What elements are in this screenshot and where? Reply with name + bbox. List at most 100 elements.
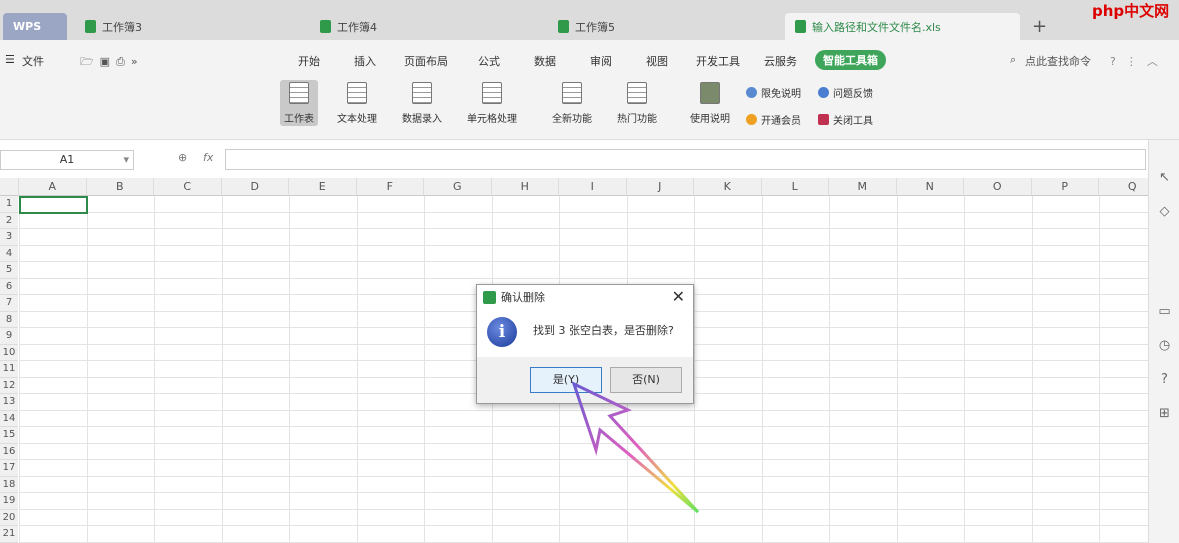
apps-icon[interactable]: ⊞: [1157, 406, 1172, 421]
menu-item-smart-toolbox[interactable]: 智能工具箱: [815, 50, 886, 70]
row-header[interactable]: 3: [0, 229, 18, 246]
select-all-corner[interactable]: [0, 178, 19, 196]
hamburger-icon[interactable]: ☰: [5, 53, 15, 66]
column-header[interactable]: C: [154, 178, 222, 196]
fx-button[interactable]: fx: [203, 151, 213, 164]
help-icon[interactable]: ?: [1157, 372, 1172, 387]
file-menu[interactable]: 文件: [22, 53, 44, 69]
cell-processing-button[interactable]: 单元格处理: [467, 80, 517, 126]
row-header[interactable]: 14: [0, 410, 18, 427]
row-header[interactable]: 7: [0, 295, 18, 312]
menu-item[interactable]: 数据: [534, 53, 556, 69]
feedback-button[interactable]: 问题反馈: [818, 85, 873, 100]
help-more-collapse-icons[interactable]: ?⋮︿: [1110, 53, 1168, 69]
command-search[interactable]: 点此查找命令: [1025, 53, 1091, 69]
row-header[interactable]: 19: [0, 493, 18, 510]
menu-item[interactable]: 插入: [354, 53, 376, 69]
column-header[interactable]: F: [356, 178, 424, 196]
label: 开通会员: [761, 116, 801, 127]
menu-item[interactable]: 开发工具: [696, 53, 740, 69]
row-header[interactable]: 5: [0, 262, 18, 279]
row-header[interactable]: 17: [0, 460, 18, 477]
new-tab-button[interactable]: +: [1022, 13, 1047, 40]
close-tool-button[interactable]: 关闭工具: [818, 112, 873, 127]
column-header[interactable]: L: [761, 178, 829, 196]
tab-workbook5[interactable]: 工作簿5: [548, 13, 783, 40]
tag-icon: [746, 87, 757, 98]
row-header[interactable]: 8: [0, 311, 18, 328]
column-header[interactable]: E: [289, 178, 357, 196]
gridline: [221, 196, 223, 543]
worksheet-button[interactable]: 工作表: [280, 80, 318, 126]
text-processing-button[interactable]: 文本处理: [337, 80, 377, 126]
gridline: [829, 196, 830, 543]
row-header[interactable]: 9: [0, 328, 18, 345]
quick-access-icons[interactable]: 🗁▣⎙»: [80, 53, 144, 72]
menu-item[interactable]: 云服务: [764, 53, 797, 69]
label: 问题反馈: [833, 89, 873, 100]
tab-workbook4[interactable]: 工作簿4: [310, 13, 545, 40]
instructions-button[interactable]: 使用说明: [690, 80, 730, 126]
row-header[interactable]: 1: [0, 196, 18, 213]
column-header[interactable]: G: [424, 178, 492, 196]
membership-button[interactable]: 开通会员: [746, 112, 801, 127]
column-header[interactable]: J: [626, 178, 694, 196]
sheet-icon: [795, 20, 806, 33]
menu-item[interactable]: 审阅: [590, 53, 612, 69]
formula-input[interactable]: [225, 149, 1146, 170]
row-header[interactable]: 20: [0, 509, 18, 526]
new-features-button[interactable]: 全新功能: [552, 80, 592, 126]
row-header[interactable]: 4: [0, 245, 18, 262]
close-icon[interactable]: ✕: [672, 287, 685, 306]
row-header[interactable]: 13: [0, 394, 18, 411]
wps-home-tab[interactable]: WPS: [3, 13, 67, 40]
row-header[interactable]: 11: [0, 361, 18, 378]
tab-workbook3[interactable]: 工作簿3: [75, 13, 310, 40]
column-header[interactable]: P: [1031, 178, 1099, 196]
gridline: [154, 196, 155, 543]
gridline: [424, 196, 425, 543]
free-info-button[interactable]: 限免说明: [746, 85, 801, 100]
gridline: [19, 211, 1148, 213]
row-header[interactable]: 18: [0, 476, 18, 493]
shapes-icon[interactable]: ◇: [1157, 204, 1172, 219]
history-icon[interactable]: ◷: [1157, 338, 1172, 353]
hot-features-button[interactable]: 热门功能: [617, 80, 657, 126]
column-header[interactable]: Q: [1099, 178, 1148, 196]
column-header[interactable]: H: [491, 178, 559, 196]
row-header[interactable]: 12: [0, 377, 18, 394]
menu-item[interactable]: 视图: [646, 53, 668, 69]
cursor-icon[interactable]: ↖: [1157, 170, 1172, 185]
tab-active-file[interactable]: 输入路径和文件文件名.xls: [785, 13, 1020, 40]
sheet-icon: [85, 20, 96, 33]
column-header[interactable]: D: [221, 178, 289, 196]
column-header[interactable]: O: [964, 178, 1032, 196]
grid-icon: [482, 82, 502, 104]
row-header[interactable]: 15: [0, 427, 18, 444]
zoom-icon[interactable]: ⊕: [178, 151, 187, 164]
search-icon[interactable]: ⌕: [1010, 53, 1016, 67]
column-header[interactable]: K: [694, 178, 762, 196]
document-icon: [700, 82, 720, 104]
data-entry-button[interactable]: 数据录入: [402, 80, 442, 126]
column-header[interactable]: I: [559, 178, 627, 196]
crown-icon: [746, 114, 757, 125]
row-header[interactable]: 21: [0, 526, 18, 543]
column-header[interactable]: A: [19, 178, 87, 196]
column-header[interactable]: M: [829, 178, 897, 196]
tab-label: 输入路径和文件文件名.xls: [812, 20, 941, 34]
archive-icon[interactable]: ▭: [1157, 304, 1172, 319]
active-cell-a1[interactable]: [19, 196, 88, 214]
row-header[interactable]: 6: [0, 278, 18, 295]
menu-item[interactable]: 公式: [478, 53, 500, 69]
name-box[interactable]: A1 ▾: [0, 150, 134, 170]
chevron-down-icon[interactable]: ▾: [123, 151, 129, 169]
row-header[interactable]: 16: [0, 443, 18, 460]
row-header[interactable]: 2: [0, 212, 18, 229]
row-header[interactable]: 10: [0, 344, 18, 361]
column-header[interactable]: N: [896, 178, 964, 196]
menu-item[interactable]: 开始: [298, 53, 320, 69]
label: 使用说明: [690, 114, 730, 125]
menu-item[interactable]: 页面布局: [404, 53, 448, 69]
column-header[interactable]: B: [86, 178, 154, 196]
